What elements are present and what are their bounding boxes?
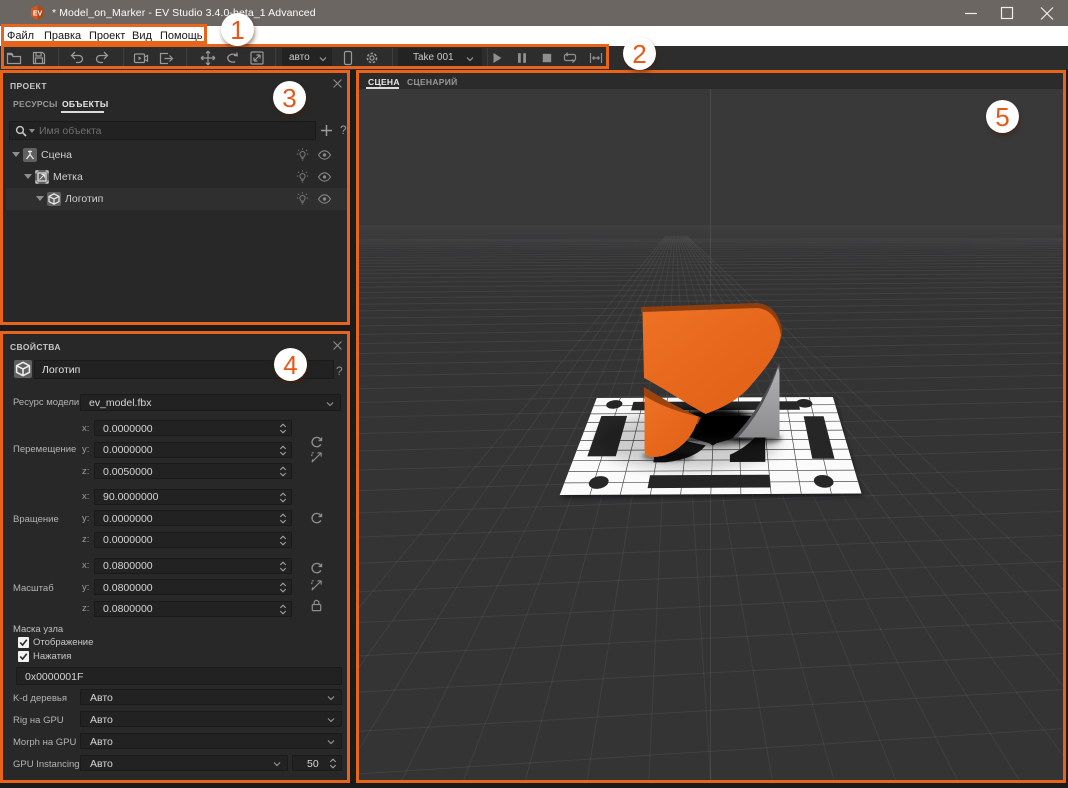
svg-text:EV: EV [33,11,43,18]
